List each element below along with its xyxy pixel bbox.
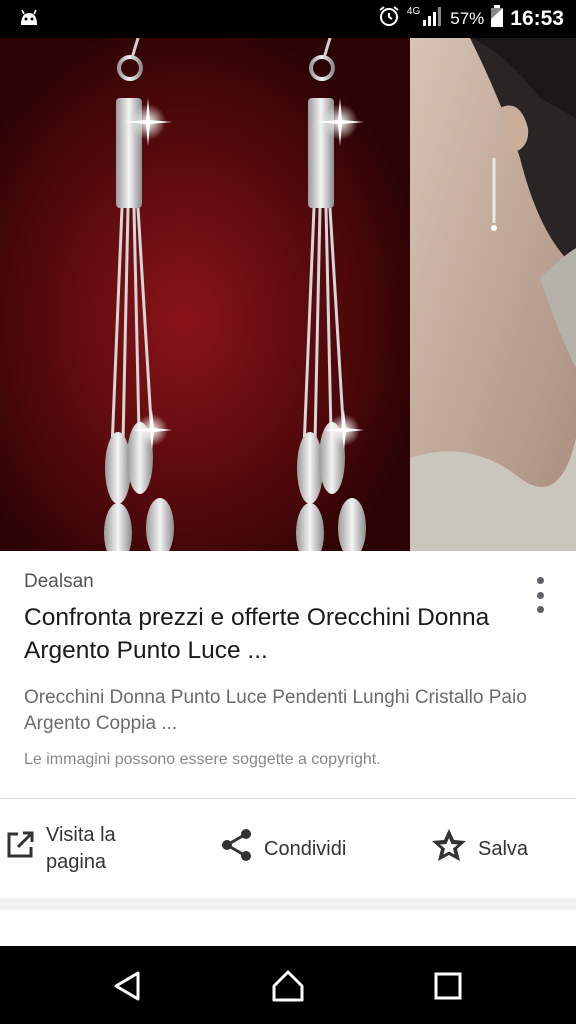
status-bar: 4G 57% 16:53 — [0, 0, 576, 38]
earrings-photo[interactable] — [0, 38, 576, 551]
copyright-note: Le immagini possono essere soggette a co… — [24, 751, 381, 768]
visit-page-button[interactable]: Visita la pagina — [4, 799, 146, 899]
status-right: 4G 57% 16:53 — [377, 4, 564, 34]
more-options-icon[interactable] — [530, 575, 550, 615]
share-icon — [220, 828, 254, 870]
battery-percent: 57% — [450, 9, 485, 28]
network-label: 4G — [406, 5, 421, 17]
result-info: Dealsan Confronta prezzi e offerte Orecc… — [0, 551, 576, 798]
back-button[interactable] — [110, 968, 146, 1004]
open-external-icon — [4, 829, 36, 869]
save-label: Salva — [478, 837, 529, 860]
alarm-icon — [377, 4, 401, 34]
recent-apps-icon — [434, 972, 462, 1000]
clock: 16:53 — [510, 7, 564, 30]
save-button[interactable]: Salva — [430, 799, 528, 899]
share-label: Condividi — [264, 837, 347, 860]
source-name: Dealsan — [24, 571, 94, 592]
result-description: Orecchini Donna Punto Luce Pendenti Lung… — [24, 687, 527, 734]
visit-page-label: Visita la pagina — [46, 824, 116, 873]
recent-apps-button[interactable] — [430, 968, 466, 1004]
star-icon — [430, 827, 468, 871]
home-button[interactable] — [270, 968, 306, 1004]
result-title[interactable]: Confronta prezzi e offerte Orecchini Don… — [24, 601, 524, 667]
navigation-bar — [0, 946, 576, 1024]
battery-icon — [490, 5, 504, 33]
share-button[interactable]: Condividi — [220, 799, 346, 899]
next-card[interactable] — [0, 910, 576, 946]
next-card-peek — [0, 898, 576, 946]
back-icon — [114, 971, 140, 1001]
home-icon — [272, 970, 304, 1002]
signal-icon — [422, 6, 444, 32]
status-left — [18, 7, 40, 32]
action-bar: Visita la pagina Condividi Salva — [0, 798, 576, 898]
android-icon — [18, 7, 40, 32]
